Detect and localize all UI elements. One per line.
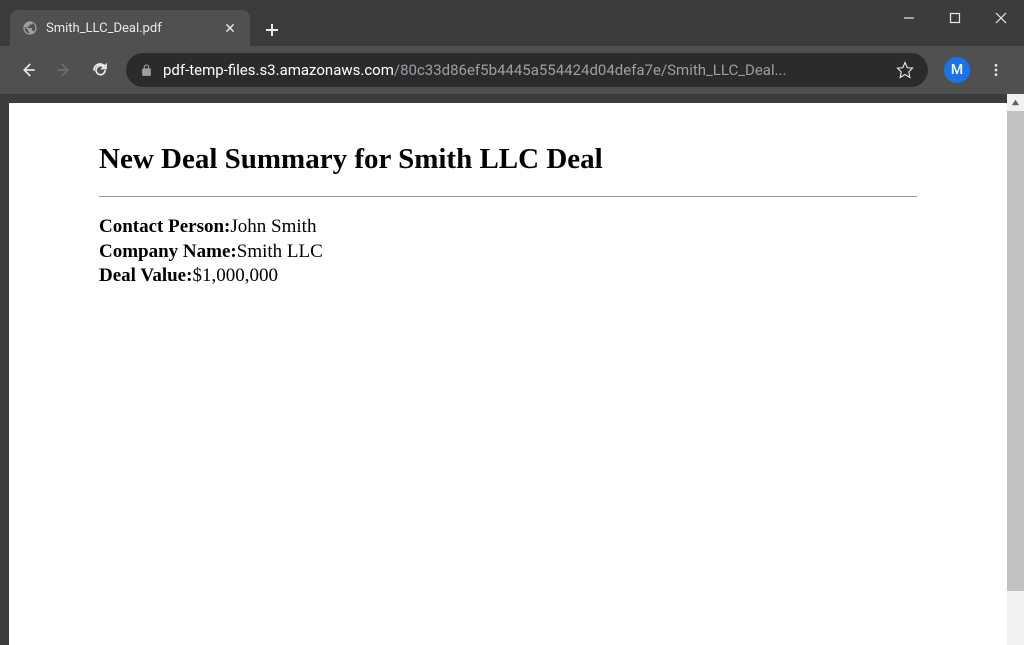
window-controls <box>886 0 1024 36</box>
maximize-icon <box>949 12 961 24</box>
divider <box>99 196 917 197</box>
maximize-button[interactable] <box>932 0 978 36</box>
close-icon <box>995 12 1007 24</box>
vertical-scrollbar[interactable] <box>1007 94 1024 645</box>
close-icon <box>225 23 235 33</box>
chevron-up-icon <box>1011 98 1020 107</box>
tab-strip: Smith_LLC_Deal.pdf <box>0 0 286 46</box>
field-deal-value: Deal Value:$1,000,000 <box>99 264 917 289</box>
address-bar[interactable]: pdf-temp-files.s3.amazonaws.com/80c33d86… <box>126 53 928 87</box>
field-value: John Smith <box>230 216 316 237</box>
url-text: pdf-temp-files.s3.amazonaws.com/80c33d86… <box>163 61 886 79</box>
minimize-icon <box>903 12 915 24</box>
close-window-button[interactable] <box>978 0 1024 36</box>
field-company-name: Company Name:Smith LLC <box>99 240 917 265</box>
field-value: $1,000,000 <box>192 265 278 286</box>
scrollbar-thumb[interactable] <box>1007 111 1024 591</box>
kebab-menu-icon <box>988 62 1004 78</box>
arrow-left-icon <box>19 61 37 79</box>
reload-button[interactable] <box>82 52 118 88</box>
forward-button[interactable] <box>46 52 82 88</box>
avatar-letter: M <box>951 62 963 78</box>
browser-tab[interactable]: Smith_LLC_Deal.pdf <box>10 10 250 46</box>
url-domain: pdf-temp-files.s3.amazonaws.com <box>163 61 394 79</box>
browser-toolbar: pdf-temp-files.s3.amazonaws.com/80c33d86… <box>0 46 1024 94</box>
new-tab-button[interactable] <box>258 16 286 44</box>
close-tab-button[interactable] <box>222 20 238 36</box>
browser-menu-button[interactable] <box>978 52 1014 88</box>
tab-title: Smith_LLC_Deal.pdf <box>46 21 214 36</box>
content-wrapper: New Deal Summary for Smith LLC Deal Cont… <box>0 94 1024 645</box>
field-label: Deal Value: <box>99 265 192 286</box>
bookmark-button[interactable] <box>896 61 914 79</box>
url-path: /80c33d86ef5b4445a554424d04defa7e/Smith_… <box>394 61 787 79</box>
reload-icon <box>91 61 109 79</box>
field-label: Company Name: <box>99 241 237 262</box>
pdf-page: New Deal Summary for Smith LLC Deal Cont… <box>9 103 1007 645</box>
profile-avatar[interactable]: M <box>944 57 970 83</box>
field-value: Smith LLC <box>237 241 323 262</box>
star-icon <box>896 61 914 79</box>
minimize-button[interactable] <box>886 0 932 36</box>
scroll-up-button[interactable] <box>1007 94 1024 111</box>
field-label: Contact Person: <box>99 216 230 237</box>
field-contact-person: Contact Person:John Smith <box>99 215 917 240</box>
arrow-right-icon <box>55 61 73 79</box>
browser-titlebar: Smith_LLC_Deal.pdf <box>0 0 1024 46</box>
globe-icon <box>22 20 38 36</box>
lock-icon <box>140 64 153 77</box>
plus-icon <box>265 23 279 37</box>
document-title: New Deal Summary for Smith LLC Deal <box>99 143 917 176</box>
back-button[interactable] <box>10 52 46 88</box>
